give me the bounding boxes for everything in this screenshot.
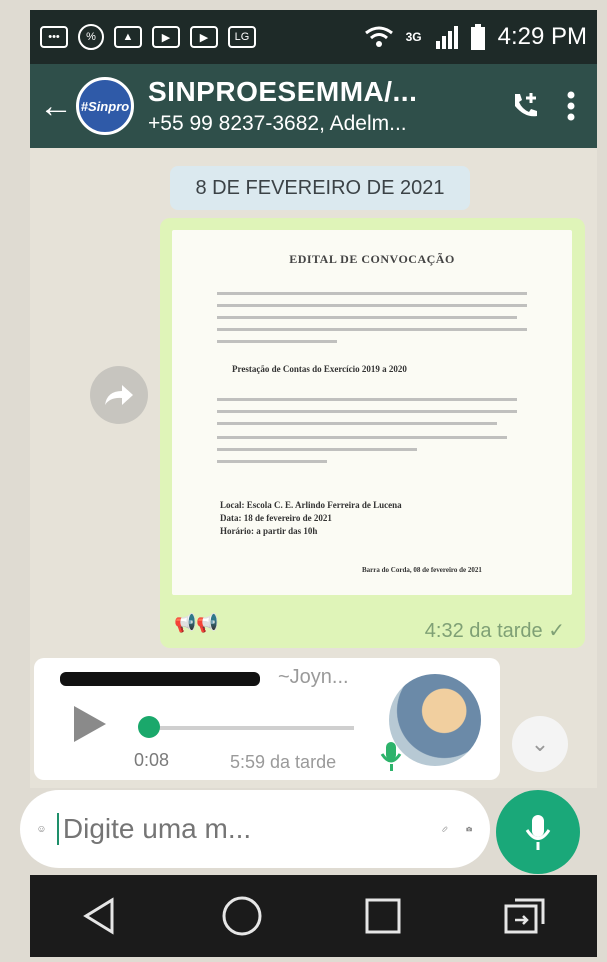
clock: 4:29 PM [497, 23, 587, 50]
phone-screen: ••• % ▲ ▶ ▶ LG 3G 4:29 PM ← #Sinpro SINP… [0, 0, 607, 962]
audio-progress-handle[interactable] [138, 716, 160, 738]
forward-icon[interactable] [90, 366, 148, 424]
lg-icon: LG [228, 26, 256, 48]
image-message[interactable]: EDITAL DE CONVOCAÇÃO Prestação de Contas… [160, 218, 585, 648]
chat-header: ← #Sinpro SINPROESEMMA/... +55 99 8237-3… [30, 64, 597, 148]
mic-icon [380, 742, 402, 771]
emoji-icon[interactable] [38, 809, 45, 849]
doc-data: Data: 18 de fevereiro de 2021 [220, 513, 332, 523]
doc-sign-date: Barra do Corda, 08 de fevereiro de 2021 [362, 566, 482, 574]
image-icon: ▲ [114, 26, 142, 48]
wifi-icon [364, 26, 393, 47]
chat-title: SINPROESEMMA/... [148, 76, 418, 107]
nav-back-icon[interactable] [80, 896, 120, 936]
audio-message[interactable]: ~Joyn... 0:08 5:59 da tarde [34, 658, 500, 780]
chat-area[interactable]: 8 DE FEVEREIRO DE 2021 EDITAL DE CONVOCA… [30, 148, 597, 788]
attach-icon[interactable] [442, 812, 448, 846]
doc-local: Local: Escola C. E. Arlindo Ferreira de … [220, 500, 402, 510]
message-input[interactable] [56, 813, 424, 845]
status-bar: ••• % ▲ ▶ ▶ LG 3G 4:29 PM [30, 10, 597, 64]
nav-recents-icon[interactable] [363, 896, 403, 936]
sender-redacted [60, 672, 260, 686]
chat-info[interactable]: SINPROESEMMA/... +55 99 8237-3682, Adelm… [148, 76, 509, 136]
battery-icon [470, 24, 485, 50]
voice-record-button[interactable] [496, 790, 580, 874]
message-composer [20, 790, 490, 868]
doc-title: EDITAL DE CONVOCAÇÃO [289, 252, 455, 266]
doc-horario: Horário: a partir das 10h [220, 526, 318, 536]
scroll-down-icon[interactable]: ⌄ [512, 716, 568, 772]
chat-subtitle: +55 99 8237-3682, Adelm... [148, 112, 407, 135]
network-type: 3G [405, 30, 422, 44]
document-image[interactable]: EDITAL DE CONVOCAÇÃO Prestação de Contas… [172, 230, 572, 595]
sender-avatar[interactable] [389, 674, 481, 766]
message-icon: ••• [40, 26, 68, 48]
youtube-icon: ▶ [152, 26, 180, 48]
nav-home-icon[interactable] [220, 894, 264, 938]
mic-icon [525, 815, 551, 850]
youtube-icon: ▶ [190, 26, 218, 48]
percent-icon: % [78, 24, 104, 50]
play-icon[interactable] [74, 706, 106, 742]
more-options-icon[interactable] [567, 91, 575, 121]
message-time: 4:32 da tarde ✓ [424, 620, 565, 642]
signal-icon [435, 26, 458, 49]
back-arrow-icon[interactable]: ← [36, 87, 76, 126]
audio-progress-track[interactable] [144, 726, 354, 730]
add-call-icon[interactable] [509, 90, 541, 122]
doc-item: Prestação de Contas do Exercício 2019 a … [232, 364, 407, 374]
notification-icons: ••• % ▲ ▶ ▶ LG [40, 24, 256, 50]
read-check-icon: ✓ [548, 620, 565, 642]
audio-time: 5:59 da tarde [230, 752, 337, 772]
date-separator: 8 DE FEVEREIRO DE 2021 [170, 166, 470, 210]
sender-name: ~Joyn... [278, 666, 349, 688]
audio-duration: 0:08 [134, 750, 170, 770]
nav-switch-app-icon[interactable] [503, 896, 547, 936]
megaphone-emoji-icon: 📢📢 [174, 613, 219, 633]
camera-icon[interactable] [466, 814, 472, 844]
group-avatar[interactable]: #Sinpro [76, 77, 134, 135]
system-nav-bar [30, 875, 597, 957]
